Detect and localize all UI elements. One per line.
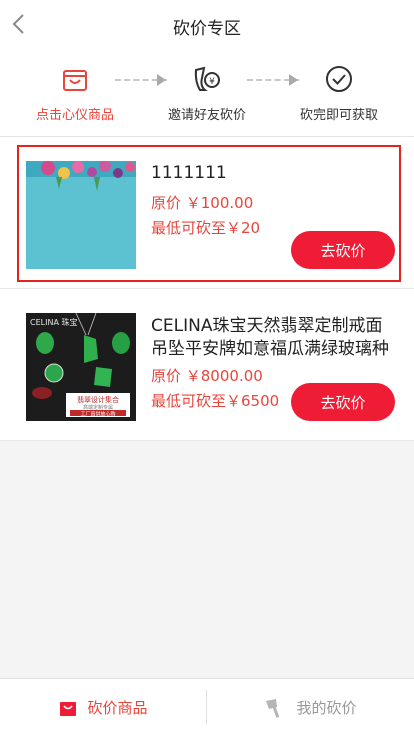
- chevron-left-icon: [12, 14, 24, 34]
- go-bargain-button[interactable]: 去砍价: [291, 383, 395, 421]
- step-invite-friends: ¥ 邀请好友砍价: [157, 64, 257, 123]
- image-sub1-text: 高端定制专属: [83, 404, 113, 411]
- image-brand-text: CELINA 珠宝: [30, 317, 77, 327]
- product-image: CELINA 珠宝 翡翠设计集合 高端定制专属 工厂直供放心购: [26, 313, 136, 421]
- top-bar: 砍价专区: [0, 0, 414, 52]
- shopping-bag-icon: [60, 64, 90, 94]
- tab-label: 我的砍价: [296, 699, 357, 717]
- list-item[interactable]: CELINA 珠宝 翡翠设计集合 高端定制专属 工厂直供放心购 CELINA珠宝…: [0, 289, 414, 441]
- image-caption-text: 翡翠设计集合: [77, 395, 119, 404]
- tab-my-bargains[interactable]: 我的砍价: [207, 679, 414, 736]
- page-title: 砍价专区: [173, 18, 241, 39]
- bargain-steps: 点击心仪商品 ¥ 邀请好友砍价 砍完即可获取: [0, 52, 414, 136]
- min-price: 最低可砍至￥6500: [151, 392, 280, 410]
- original-price: 原价 ￥100.00: [151, 194, 254, 212]
- product-list: 1111111 原价 ￥100.00 最低可砍至￥20 去砍价 CELINA 珠…: [0, 137, 414, 441]
- step-pick-product: 点击心仪商品: [25, 64, 125, 123]
- shopping-bag-icon: [59, 699, 77, 717]
- check-circle-icon: [324, 64, 354, 94]
- product-name: 1111111: [151, 163, 227, 183]
- step-finish: 砍完即可获取: [289, 64, 389, 123]
- original-price: 原价 ￥8000.00: [151, 367, 263, 385]
- product-name: CELINA珠宝天然翡翠定制戒面吊坠平安牌如意福瓜满绿玻璃种: [151, 316, 389, 359]
- tab-bargain-products[interactable]: 砍价商品: [0, 679, 207, 736]
- tab-divider: [206, 690, 207, 724]
- svg-text:¥: ¥: [209, 77, 215, 87]
- back-button[interactable]: [6, 10, 30, 38]
- list-item[interactable]: 1111111 原价 ￥100.00 最低可砍至￥20 去砍价: [0, 137, 414, 289]
- go-bargain-button[interactable]: 去砍价: [291, 231, 395, 269]
- share-friends-icon: ¥: [192, 64, 222, 94]
- axe-icon: [264, 698, 286, 718]
- step-label: 邀请好友砍价: [167, 108, 246, 123]
- image-sub2-text: 工厂直供放心购: [80, 411, 115, 418]
- step-label: 砍完即可获取: [299, 108, 378, 123]
- step-label: 点击心仪商品: [35, 108, 114, 123]
- bottom-tab-bar: 砍价商品 我的砍价: [0, 678, 414, 736]
- tab-label: 砍价商品: [87, 699, 148, 717]
- min-price: 最低可砍至￥20: [151, 219, 261, 237]
- product-image: [26, 161, 136, 269]
